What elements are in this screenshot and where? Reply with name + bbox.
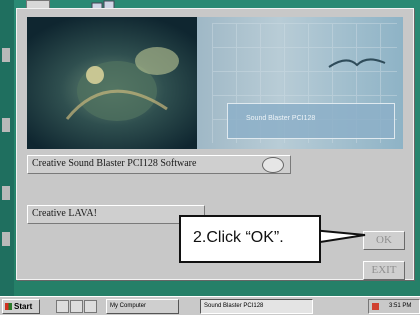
channels-quicklaunch-icon[interactable]: [84, 300, 97, 313]
option-label: Creative LAVA!: [32, 208, 97, 219]
taskbar: Start My Computer Sound Blaster PCI128 3…: [0, 296, 420, 315]
desktop-icon-strip: [0, 0, 14, 296]
clock: 3:51 PM: [389, 303, 412, 309]
installer-window: Sound Blaster PCI128 Creative Sound Blas…: [16, 8, 414, 280]
option-label: Creative Sound Blaster PCI128 Software: [32, 158, 197, 169]
system-tray: 3:51 PM: [368, 299, 420, 314]
browser-quicklaunch-icon[interactable]: [70, 300, 83, 313]
start-button[interactable]: Start: [2, 299, 40, 314]
taskbar-item-sound-blaster[interactable]: Sound Blaster PCI128: [200, 299, 313, 314]
banner-title-panel: Sound Blaster PCI128: [227, 103, 395, 139]
desktop-quicklaunch-icon[interactable]: [56, 300, 69, 313]
taskbar-item-my-computer[interactable]: My Computer: [106, 299, 179, 314]
option-soundblaster-software[interactable]: Creative Sound Blaster PCI128 Software: [27, 155, 291, 174]
windows-logo-icon: [5, 303, 12, 310]
exit-button[interactable]: EXIT: [363, 261, 405, 280]
banner-title: Sound Blaster PCI128: [246, 115, 316, 122]
instruction-callout: 2.Click “OK”.: [179, 215, 321, 263]
volume-icon[interactable]: [372, 303, 379, 310]
banner-figure-art: [65, 47, 179, 121]
cd-icon: [262, 157, 284, 173]
desktop-shortcut-icon[interactable]: [2, 118, 10, 132]
start-label: Start: [14, 302, 33, 311]
ok-button[interactable]: OK: [363, 231, 405, 250]
callout-text: 2.Click “OK”.: [193, 229, 284, 246]
desktop-shortcut-icon[interactable]: [2, 186, 10, 200]
desktop-shortcut-icon[interactable]: [2, 48, 10, 62]
bird-icon: [328, 58, 386, 68]
desktop-shortcut-icon[interactable]: [2, 232, 10, 246]
installer-banner-image: Sound Blaster PCI128: [27, 17, 403, 149]
